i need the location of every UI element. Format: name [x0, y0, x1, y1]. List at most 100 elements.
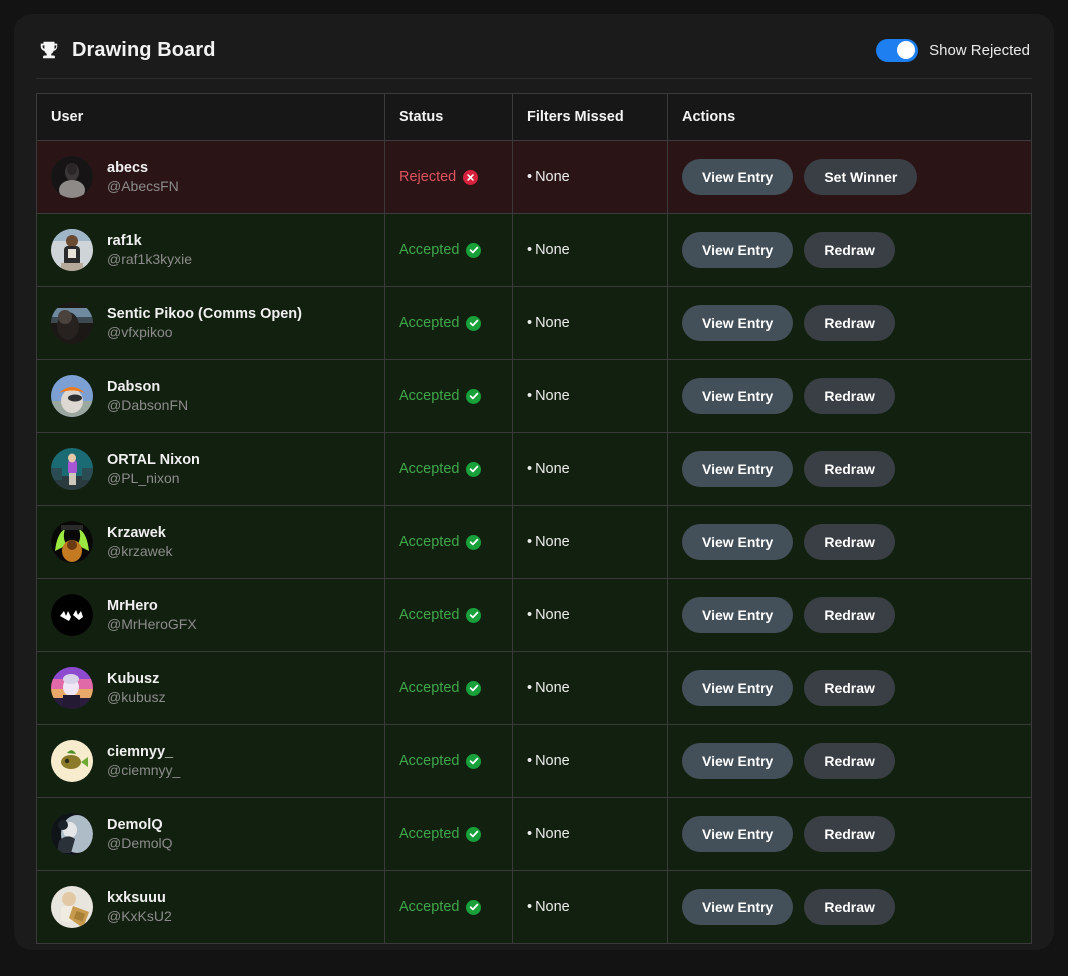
view-entry-button[interactable]: View Entry	[682, 889, 794, 925]
avatar	[51, 813, 93, 855]
drawing-board-card: Drawing Board Show Rejected User Status …	[14, 14, 1054, 950]
user-handle: @AbecsFN	[107, 178, 179, 194]
view-entry-button[interactable]: View Entry	[682, 524, 794, 560]
avatar	[51, 302, 93, 344]
redraw-button[interactable]: Redraw	[804, 451, 895, 487]
bullet-icon: •	[527, 899, 533, 915]
redraw-button[interactable]: Redraw	[804, 670, 895, 706]
user-handle: @ciemnyy_	[107, 762, 181, 778]
user-display-name: abecs	[107, 160, 149, 176]
view-entry-button[interactable]: View Entry	[682, 816, 794, 852]
column-header-status: Status	[384, 93, 513, 141]
user-handle: @MrHeroGFX	[107, 616, 197, 632]
status-cell: Accepted	[384, 724, 513, 798]
actions-cell: View Entry Redraw	[667, 505, 1032, 579]
user-cell: Krzawek @krzawek	[36, 505, 385, 579]
status-text: Accepted	[399, 461, 460, 477]
show-rejected-control[interactable]: Show Rejected	[876, 38, 1030, 62]
column-header-filters-missed: Filters Missed	[512, 93, 668, 141]
user-handle: @DabsonFN	[107, 397, 189, 413]
user-handle: @vfxpikoo	[107, 324, 173, 340]
row-actions: View Entry Redraw	[682, 743, 1017, 779]
status-text: Accepted	[399, 753, 460, 769]
filters-missed-text: None	[535, 169, 570, 185]
status-cell: Accepted	[384, 651, 513, 725]
filters-missed-text: None	[535, 388, 570, 404]
user-display-name: DemolQ	[107, 817, 163, 833]
redraw-button[interactable]: Redraw	[804, 889, 895, 925]
table-row: Sentic Pikoo (Comms Open) @vfxpikoo Acce…	[36, 286, 1032, 360]
redraw-button[interactable]: Redraw	[804, 524, 895, 560]
circle-check-icon	[466, 753, 482, 769]
avatar	[51, 375, 93, 417]
redraw-button[interactable]: Redraw	[804, 597, 895, 633]
user-cell: ciemnyy_ @ciemnyy_	[36, 724, 385, 798]
view-entry-button[interactable]: View Entry	[682, 305, 794, 341]
view-entry-button[interactable]: View Entry	[682, 378, 794, 414]
view-entry-button[interactable]: View Entry	[682, 159, 794, 195]
status-cell: Accepted	[384, 432, 513, 506]
view-entry-button[interactable]: View Entry	[682, 232, 794, 268]
status-text: Accepted	[399, 534, 460, 550]
user-cell: DemolQ @DemolQ	[36, 797, 385, 871]
circle-check-icon	[466, 826, 482, 842]
bullet-icon: •	[527, 753, 533, 769]
trophy-icon	[38, 38, 60, 62]
user-display-name: raf1k	[107, 233, 142, 249]
user-handle: @KxKsU2	[107, 908, 172, 924]
row-actions: View Entry Redraw	[682, 816, 1017, 852]
status-badge: Rejected	[399, 169, 479, 185]
view-entry-button[interactable]: View Entry	[682, 743, 794, 779]
row-actions: View Entry Redraw	[682, 232, 1017, 268]
status-text: Accepted	[399, 315, 460, 331]
bullet-icon: •	[527, 388, 533, 404]
set-winner-button[interactable]: Set Winner	[804, 159, 918, 195]
redraw-button[interactable]: Redraw	[804, 305, 895, 341]
redraw-button[interactable]: Redraw	[804, 232, 895, 268]
table-row: DemolQ @DemolQ Accepted • None View Entry…	[36, 797, 1032, 871]
bullet-icon: •	[527, 826, 533, 842]
circle-check-icon	[466, 607, 482, 623]
status-badge: Accepted	[399, 753, 482, 769]
user-display-name: Sentic Pikoo (Comms Open)	[107, 306, 302, 322]
view-entry-button[interactable]: View Entry	[682, 451, 794, 487]
redraw-button[interactable]: Redraw	[804, 378, 895, 414]
user-display-name: kxksuuu	[107, 890, 166, 906]
entries-table: User Status Filters Missed Actions abecs…	[36, 93, 1032, 944]
filters-missed-value: • None	[527, 680, 570, 696]
status-cell: Accepted	[384, 578, 513, 652]
filters-missed-text: None	[535, 607, 570, 623]
show-rejected-toggle[interactable]	[876, 38, 919, 62]
user-cell: Sentic Pikoo (Comms Open) @vfxpikoo	[36, 286, 385, 360]
user-cell: Kubusz @kubusz	[36, 651, 385, 725]
table-body: abecs @AbecsFN Rejected • None View Entry…	[36, 140, 1032, 944]
bullet-icon: •	[527, 315, 533, 331]
user-handle: @kubusz	[107, 689, 166, 705]
circle-check-icon	[466, 242, 482, 258]
redraw-button[interactable]: Redraw	[804, 743, 895, 779]
view-entry-button[interactable]: View Entry	[682, 597, 794, 633]
filters-missed-value: • None	[527, 753, 570, 769]
view-entry-button[interactable]: View Entry	[682, 670, 794, 706]
filters-missed-value: • None	[527, 169, 570, 185]
status-badge: Accepted	[399, 461, 482, 477]
actions-cell: View Entry Redraw	[667, 359, 1032, 433]
table-row: ORTAL Nixon @PL_nixon Accepted • None Vie…	[36, 432, 1032, 506]
actions-cell: View Entry Redraw	[667, 870, 1032, 944]
redraw-button[interactable]: Redraw	[804, 816, 895, 852]
card-header: Drawing Board Show Rejected	[36, 32, 1032, 79]
status-cell: Accepted	[384, 505, 513, 579]
row-actions: View Entry Redraw	[682, 305, 1017, 341]
circle-x-icon	[463, 169, 479, 185]
status-text: Accepted	[399, 242, 460, 258]
filters-missed-text: None	[535, 753, 570, 769]
row-actions: View Entry Redraw	[682, 889, 1017, 925]
filters-missed-text: None	[535, 899, 570, 915]
title-group: Drawing Board	[38, 38, 216, 62]
toggle-knob	[897, 41, 916, 59]
status-text: Accepted	[399, 680, 460, 696]
filters-missed-cell: • None	[512, 578, 668, 652]
column-header-user: User	[36, 93, 385, 141]
table-row: Dabson @DabsonFN Accepted • None View Ent…	[36, 359, 1032, 433]
table-row: Kubusz @kubusz Accepted • None View Entry…	[36, 651, 1032, 725]
